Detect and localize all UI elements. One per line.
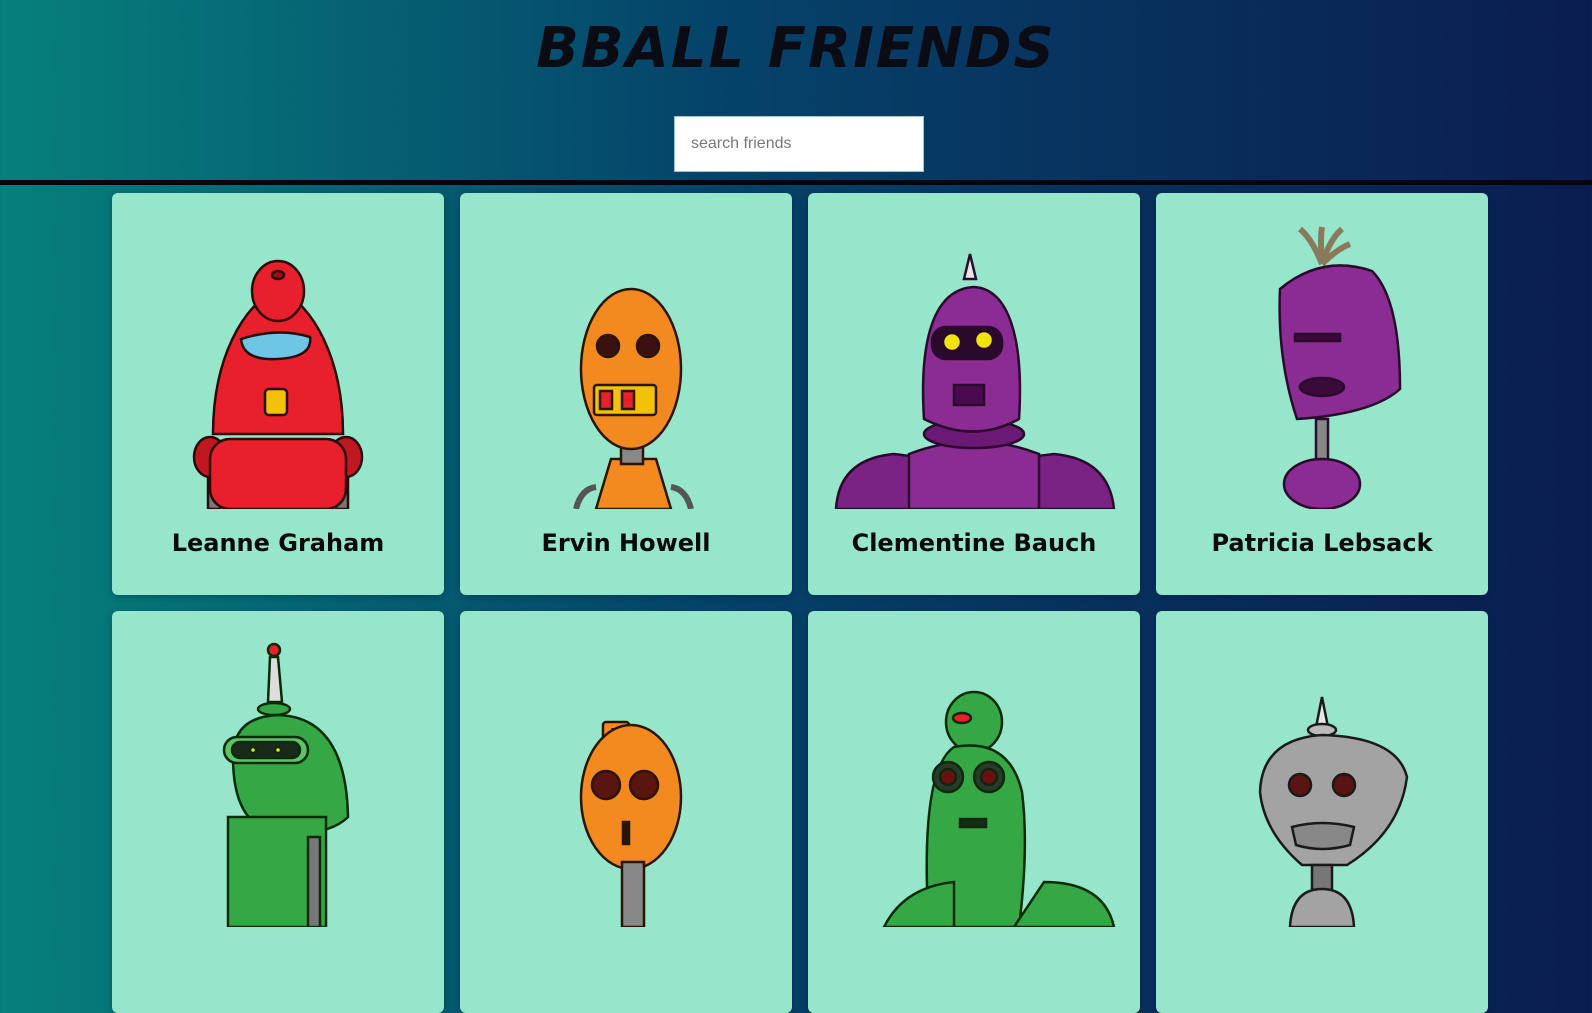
- friends-grid: Leanne Graham Ervin Howell Clementine Ba…: [112, 193, 1488, 1013]
- friend-name: Ervin Howell: [541, 529, 711, 557]
- friend-card[interactable]: [1156, 611, 1488, 1013]
- friend-card[interactable]: Ervin Howell: [460, 193, 792, 595]
- robot-avatar-purple: [834, 253, 1116, 509]
- robot-avatar-purple-block: [1278, 226, 1402, 509]
- robot-avatar-green-bug-eye: [882, 690, 1116, 927]
- friend-card[interactable]: [112, 611, 444, 1013]
- search-input[interactable]: [674, 116, 924, 172]
- app-title: BBALL FRIENDS: [536, 16, 1056, 81]
- friend-card[interactable]: 7: [460, 611, 792, 1013]
- robot-avatar-green: [222, 642, 350, 927]
- robot-avatar-orange-seven: 7: [579, 720, 683, 927]
- robot-avatar-red: [192, 259, 364, 509]
- header-divider: [0, 180, 1592, 185]
- friend-card[interactable]: Clementine Bauch: [808, 193, 1140, 595]
- friend-card[interactable]: [808, 611, 1140, 1013]
- robot-avatar-gray: [1258, 696, 1409, 927]
- friend-card[interactable]: Leanne Graham: [112, 193, 444, 595]
- header: BBALL FRIENDS: [0, 0, 1592, 183]
- friend-card[interactable]: Patricia Lebsack: [1156, 193, 1488, 595]
- friend-name: Patricia Lebsack: [1211, 529, 1433, 557]
- friend-name: Clementine Bauch: [851, 529, 1097, 557]
- friend-name: Leanne Graham: [171, 529, 385, 557]
- robot-avatar-orange: [573, 287, 694, 509]
